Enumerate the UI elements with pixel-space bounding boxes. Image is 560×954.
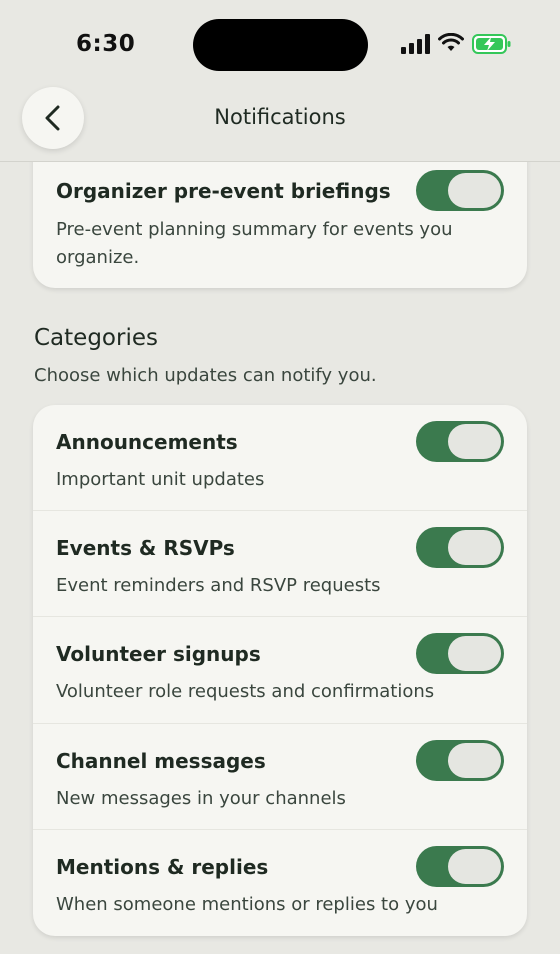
- events-toggle[interactable]: [416, 527, 504, 568]
- toggle-knob: [448, 849, 501, 884]
- toggle-knob: [448, 636, 501, 671]
- category-description: Event reminders and RSVP requests: [56, 575, 381, 596]
- category-row-volunteer: Volunteer signups Volunteer role request…: [33, 617, 527, 724]
- briefing-title: Organizer pre-event briefings: [56, 179, 391, 203]
- category-row-channel: Channel messages New messages in your ch…: [33, 724, 527, 830]
- category-row-events: Events & RSVPs Event reminders and RSVP …: [33, 511, 527, 617]
- category-description: Volunteer role requests and confirmation…: [56, 681, 435, 702]
- channel-toggle[interactable]: [416, 740, 504, 781]
- categories-card: Announcements Important unit updates Eve…: [33, 405, 527, 936]
- category-description: Important unit updates: [56, 469, 265, 490]
- battery-charging-icon: [472, 34, 511, 54]
- briefing-card: Organizer pre-event briefings Pre-event …: [33, 140, 527, 288]
- toggle-knob: [448, 743, 501, 778]
- announcements-toggle[interactable]: [416, 421, 504, 462]
- category-row-announcements: Announcements Important unit updates: [33, 405, 527, 511]
- volunteer-toggle[interactable]: [416, 633, 504, 674]
- category-description: When someone mentions or replies to you: [56, 894, 438, 915]
- mentions-toggle[interactable]: [416, 846, 504, 887]
- category-title: Mentions & replies: [56, 855, 269, 879]
- category-title: Channel messages: [56, 749, 266, 773]
- toggle-knob: [448, 173, 501, 208]
- category-title: Announcements: [56, 430, 238, 454]
- status-bar: 6:30: [0, 0, 560, 90]
- categories-title: Categories: [34, 325, 158, 351]
- wifi-icon: [438, 33, 464, 51]
- category-description: New messages in your channels: [56, 788, 346, 809]
- category-title: Volunteer signups: [56, 642, 261, 666]
- status-time: 6:30: [76, 31, 136, 57]
- briefing-description: Pre-event planning summary for events yo…: [56, 219, 453, 268]
- briefing-row: Organizer pre-event briefings Pre-event …: [33, 140, 527, 288]
- toggle-knob: [448, 424, 501, 459]
- toggle-knob: [448, 530, 501, 565]
- page-title: Notifications: [214, 105, 346, 129]
- dynamic-island: [193, 19, 368, 71]
- categories-subtitle: Choose which updates can notify you.: [34, 365, 377, 386]
- category-row-mentions: Mentions & replies When someone mentions…: [33, 830, 527, 936]
- nav-header: Notifications: [0, 85, 560, 162]
- cellular-signal-icon: [401, 34, 430, 54]
- briefing-toggle[interactable]: [416, 170, 504, 211]
- category-title: Events & RSVPs: [56, 536, 235, 560]
